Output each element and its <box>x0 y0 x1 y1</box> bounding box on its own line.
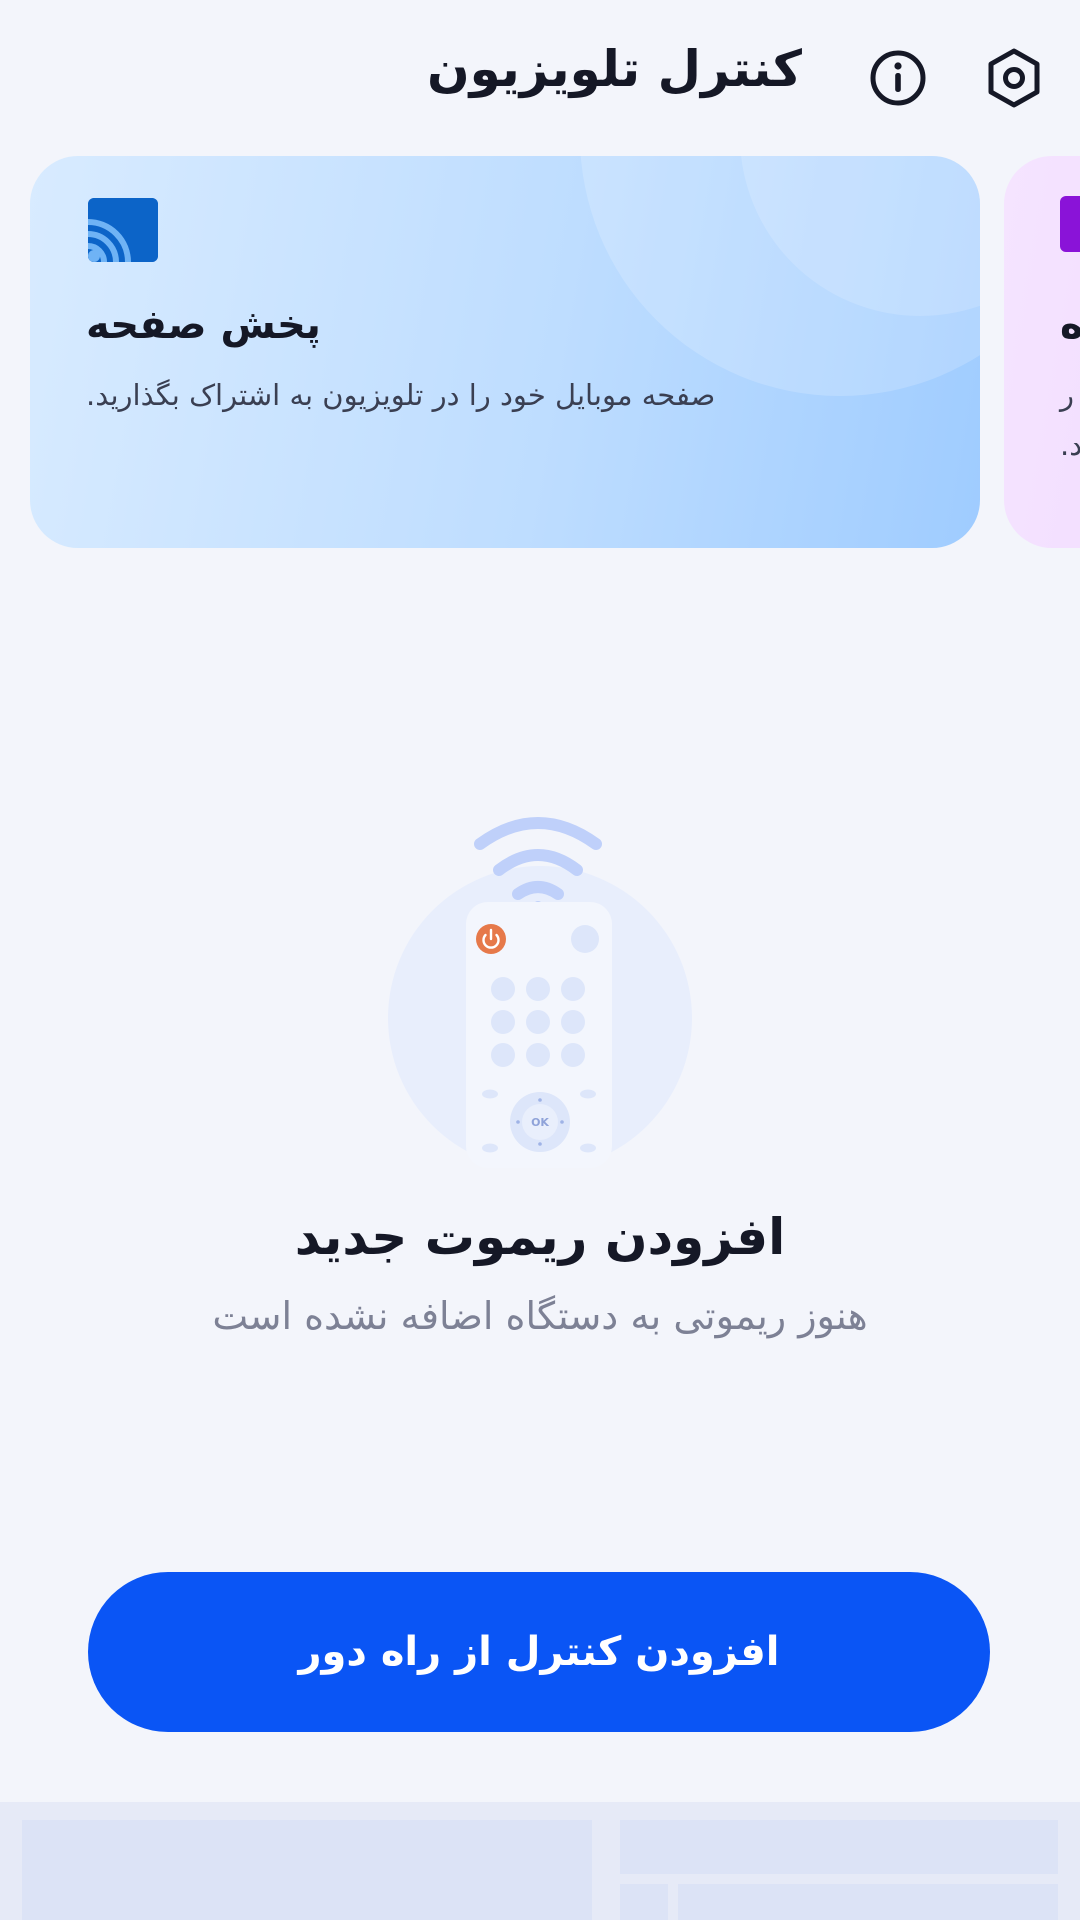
card-subtitle: د. <box>1060 428 1080 462</box>
empty-state-title: افزودن ریموت جدید <box>294 1208 786 1266</box>
add-remote-button[interactable]: افزودن کنترل از راه دور <box>88 1572 990 1732</box>
card-title: پخش صفحه <box>86 302 321 348</box>
page-title: کنترل تلویزیون <box>427 40 802 98</box>
card-title: ه <box>1060 302 1080 348</box>
panel-block <box>678 1884 1058 1920</box>
card-subtitle: صفحه موبایل خود را در تلویزیون به اشتراک… <box>86 378 716 412</box>
ok-label: OK <box>531 1116 549 1129</box>
feature-icon <box>1060 196 1080 252</box>
info-icon[interactable] <box>866 46 930 110</box>
cast-icon <box>88 198 158 262</box>
feature-carousel[interactable]: پخش صفحه صفحه موبایل خود را در تلویزیون … <box>0 156 1080 550</box>
app-header: کنترل تلویزیون <box>0 0 1080 150</box>
empty-state-subtitle: هنوز ریموتی به دستگاه اضافه نشده است <box>212 1294 868 1338</box>
remote-wifi-illustration: OK <box>380 808 700 1168</box>
screen-cast-card[interactable]: پخش صفحه صفحه موبایل خود را در تلویزیون … <box>30 156 980 548</box>
settings-hex-icon[interactable] <box>982 46 1046 110</box>
panel-block <box>620 1820 1058 1874</box>
panel-block <box>620 1884 668 1920</box>
card-subtitle: ر <box>1060 378 1075 412</box>
panel-block <box>22 1820 592 1920</box>
next-feature-card[interactable]: ه ر د. <box>1004 156 1080 548</box>
bottom-panel <box>0 1802 1080 1920</box>
